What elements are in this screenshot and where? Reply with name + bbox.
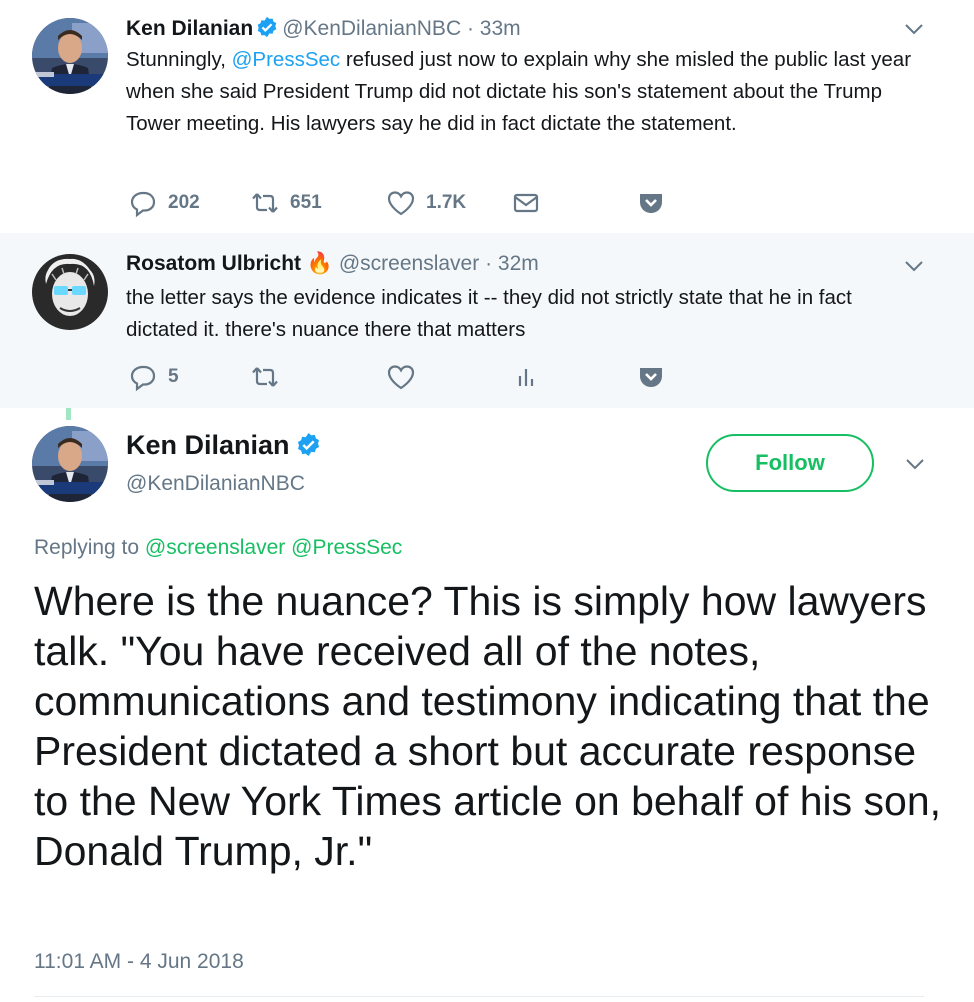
reply-icon [130, 191, 156, 218]
author-handle[interactable]: @KenDilanianNBC [126, 472, 305, 496]
author-name-wrapper: Ken Dilanian [126, 430, 325, 461]
analytics-icon [518, 369, 534, 386]
dm-icon [513, 193, 539, 213]
avatar[interactable] [32, 426, 108, 502]
like-count: 1.7K [426, 192, 467, 213]
retweet-button[interactable]: 651 [250, 188, 322, 218]
avatar[interactable] [32, 254, 108, 330]
verified-badge-icon [257, 16, 277, 38]
replying-to: Replying to @screenslaver @PressSec [34, 536, 402, 560]
tweet-text: Where is the nuance? This is simply how … [34, 578, 942, 874]
like-button[interactable] [386, 362, 416, 392]
mention-link[interactable]: @PressSec [291, 536, 402, 559]
like-icon [387, 365, 415, 390]
verified-badge-icon [297, 433, 319, 456]
retweet-button[interactable] [250, 362, 280, 392]
tweet-time[interactable]: · 32m [485, 252, 539, 275]
like-icon [387, 191, 415, 216]
tweet-time[interactable]: · 33m [467, 17, 521, 40]
chevron-down-icon[interactable] [904, 259, 924, 273]
divider [34, 996, 924, 997]
tweet-text: the letter says the evidence indicates i… [126, 286, 852, 341]
follow-button[interactable]: Follow [706, 434, 874, 492]
author-handle[interactable]: @screenslaver [339, 252, 479, 275]
retweet-icon [252, 193, 278, 213]
reply-icon [130, 365, 156, 392]
pocket-icon [640, 194, 662, 213]
reply-button[interactable]: 5 [128, 362, 179, 392]
mention-link[interactable]: @PressSec [232, 48, 341, 71]
avatar[interactable] [32, 18, 108, 94]
replying-label: Replying to [34, 536, 140, 559]
reply-button[interactable]: 202 [128, 188, 200, 218]
chevron-down-icon[interactable] [904, 22, 924, 36]
like-button[interactable]: 1.7K [386, 188, 466, 218]
author-name[interactable]: Rosatom Ulbricht [126, 252, 301, 275]
analytics-button[interactable] [511, 362, 541, 392]
pocket-icon [640, 368, 662, 387]
fire-emoji: 🔥 [306, 252, 334, 275]
text-part: Stunningly, [126, 48, 232, 71]
tweet-ken-dilanian[interactable]: Ken Dilanian @KenDilanianNBC · 33m Stunni… [0, 0, 974, 233]
author-name[interactable]: Ken Dilanian [126, 430, 290, 460]
author-handle[interactable]: @KenDilanianNBC [282, 17, 461, 40]
mention-link[interactable]: @screenslaver [145, 536, 285, 559]
tweet-text: Stunningly, @PressSec refused just now t… [126, 44, 916, 140]
reply-count: 202 [168, 192, 200, 213]
pocket-button[interactable] [636, 362, 666, 392]
pocket-button[interactable] [636, 188, 666, 218]
timestamp[interactable]: 11:01 AM - 4 Jun 2018 [34, 950, 244, 974]
retweet-count: 651 [290, 192, 322, 213]
retweet-icon [252, 367, 278, 387]
reply-count: 5 [168, 366, 179, 387]
dm-button[interactable] [511, 188, 541, 218]
chevron-down-icon[interactable] [905, 457, 925, 471]
author-name[interactable]: Ken Dilanian [126, 17, 253, 40]
